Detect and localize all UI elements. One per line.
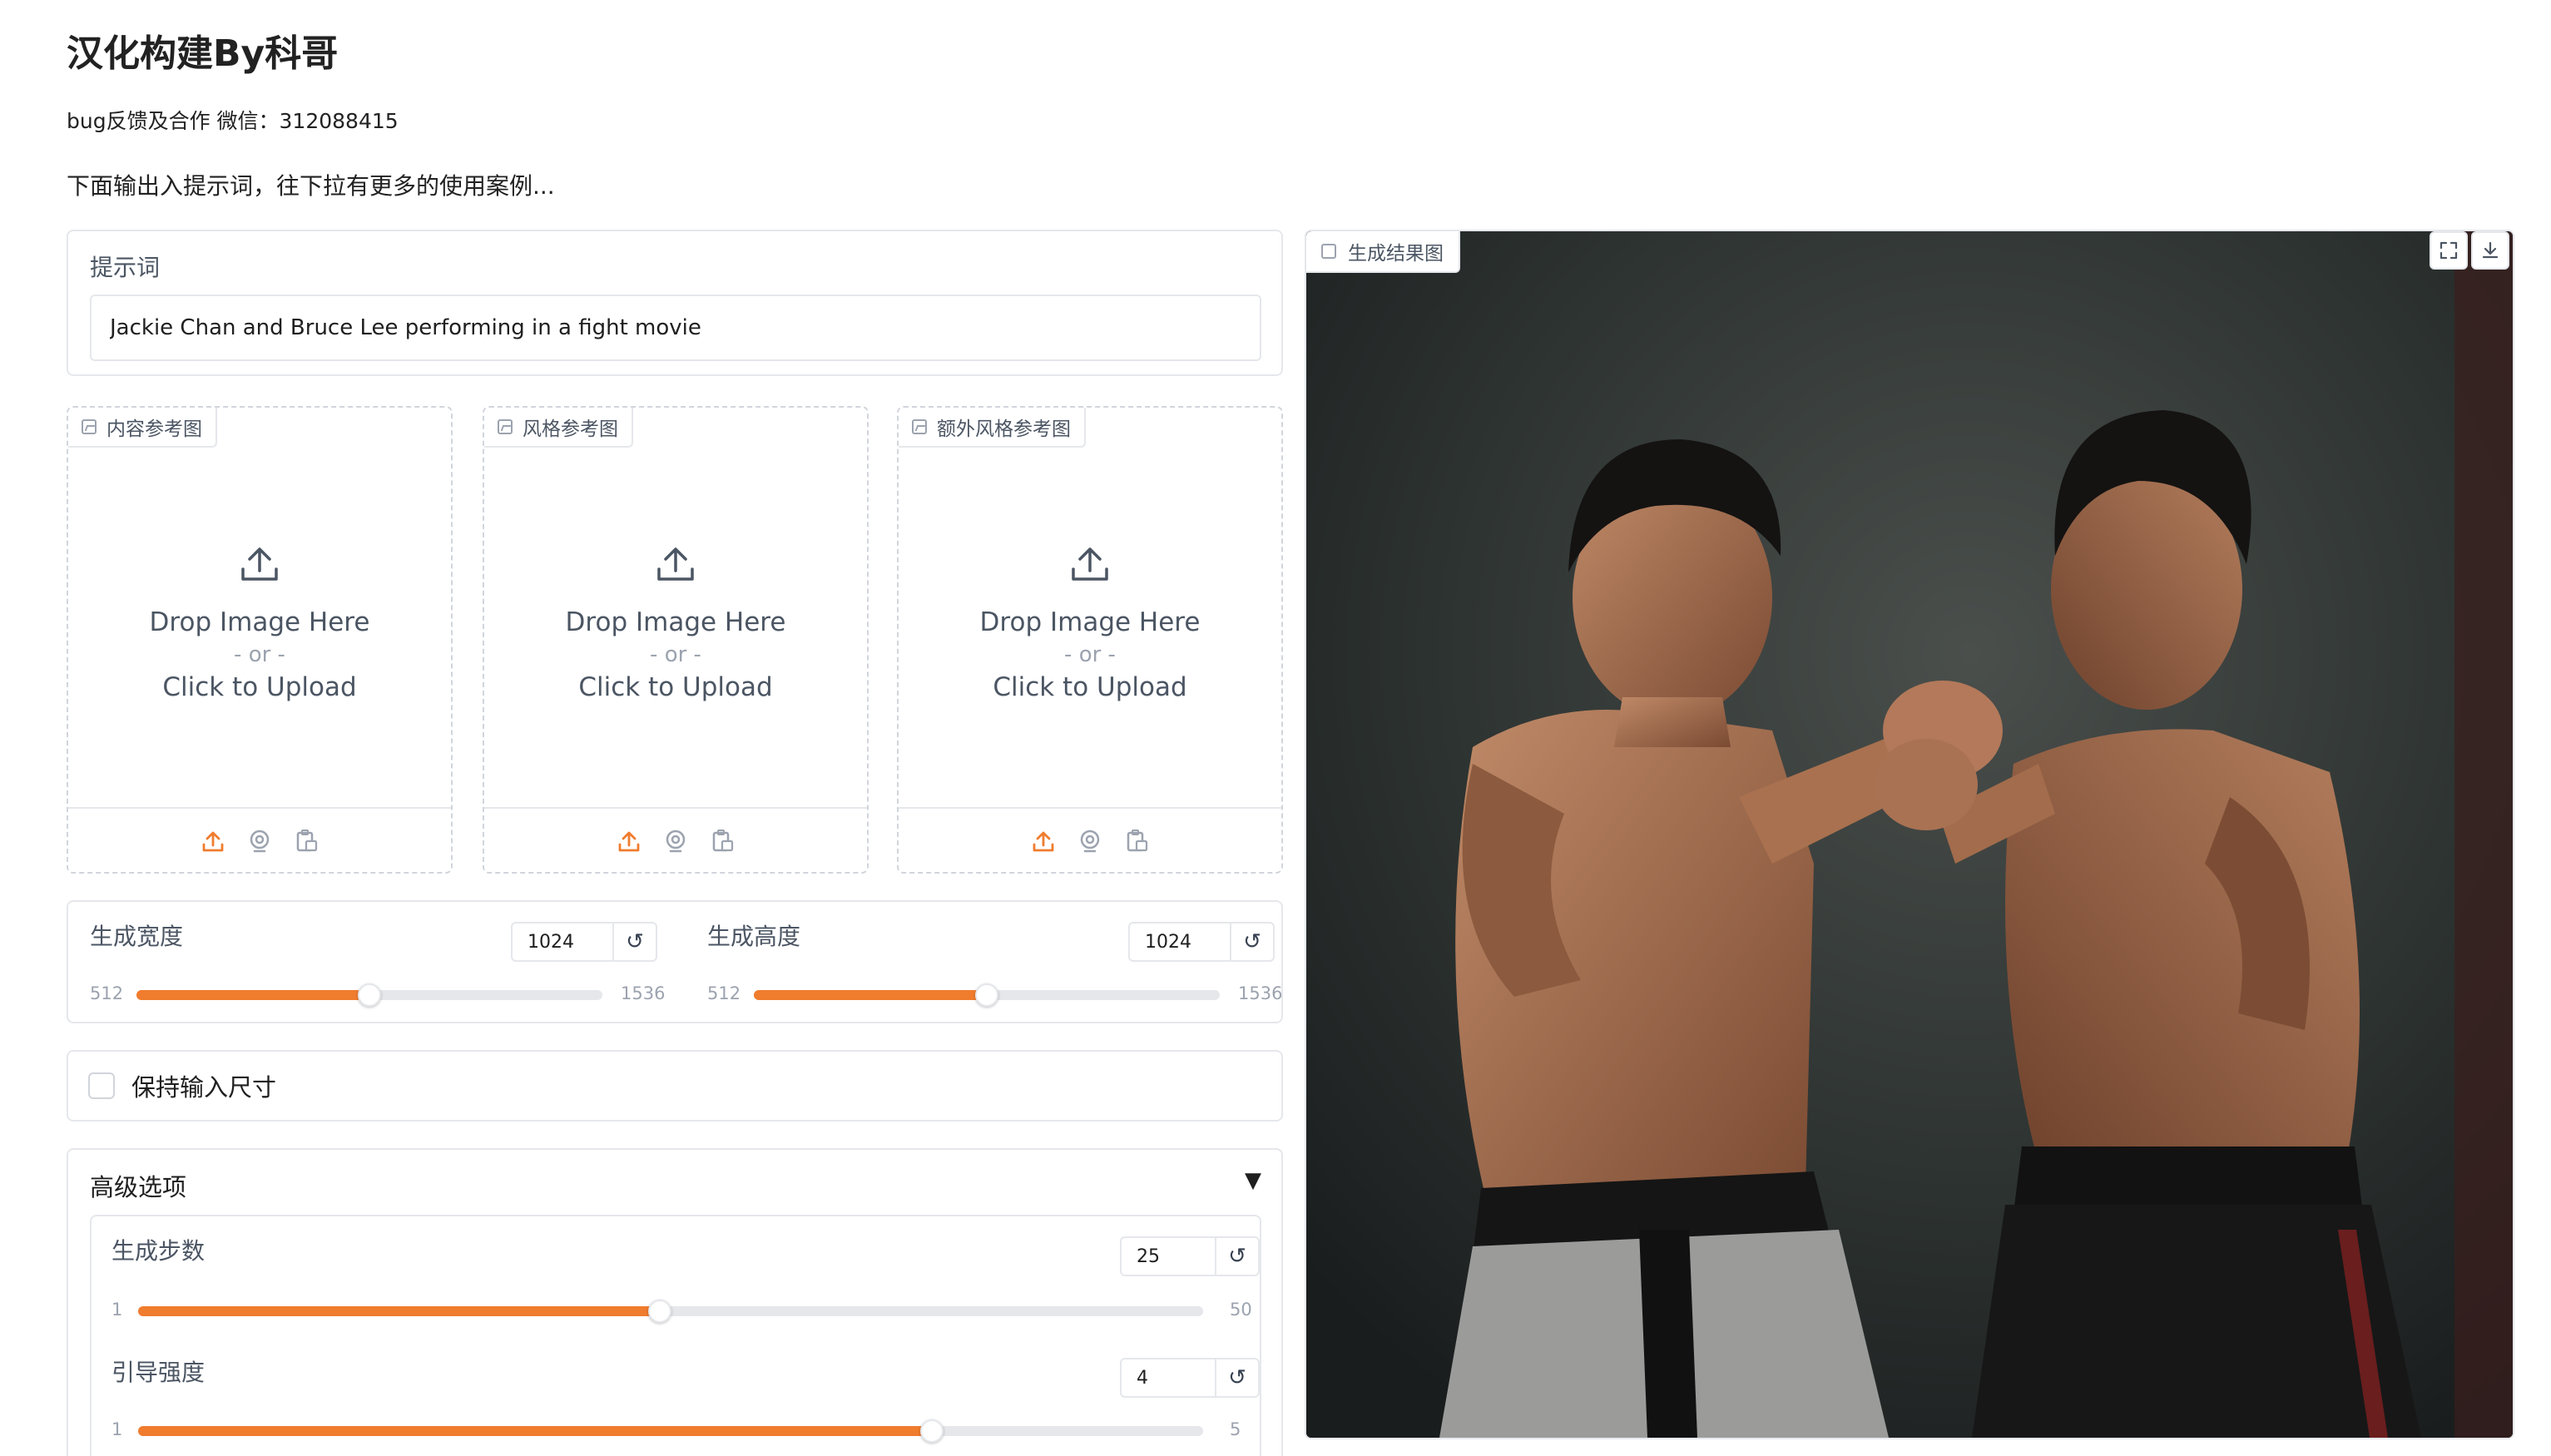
guidance-number-box: 4 ↺	[1120, 1358, 1260, 1398]
extra-style-reference-toolbar	[899, 807, 1281, 874]
keep-size-checkbox[interactable]	[88, 1072, 115, 1099]
height-min: 512	[707, 983, 741, 1003]
height-slider-thumb[interactable]	[975, 983, 998, 1007]
guidance-min: 1	[111, 1419, 123, 1439]
image-icon	[1321, 244, 1336, 259]
guidance-slider-thumb[interactable]	[919, 1419, 944, 1443]
hint-line: 下面输出入提示词，往下拉有更多的使用案例...	[67, 172, 555, 200]
style-reference-toolbar	[484, 807, 867, 874]
fullscreen-icon[interactable]	[2430, 231, 2468, 270]
style-reference-dropzone[interactable]: Drop Image Here - or - Click to Upload	[484, 448, 867, 797]
guidance-slider-fill	[138, 1426, 932, 1436]
generated-image	[1306, 231, 2513, 1438]
style-reference-tag: 风格参考图	[484, 408, 633, 448]
width-slider-thumb[interactable]	[358, 983, 381, 1007]
content-reference-upload: 内容参考图 Drop Image Here - or - Click to Up…	[67, 406, 453, 874]
steps-slider[interactable]	[138, 1300, 1203, 1323]
content-reference-label: 内容参考图	[106, 418, 202, 440]
collapse-caret-icon[interactable]: ▼	[1245, 1168, 1261, 1193]
content-reference-dropzone[interactable]: Drop Image Here - or - Click to Upload	[68, 448, 451, 797]
width-slider-fill	[136, 990, 369, 1000]
width-min: 512	[90, 983, 124, 1003]
steps-number-box: 25 ↺	[1120, 1236, 1260, 1276]
advanced-options-body: 生成步数 25 ↺ 1 50 引导强度 4 ↺ 1 5	[90, 1215, 1261, 1456]
extra-style-reference-upload: 额外风格参考图 Drop Image Here - or - Click to …	[897, 406, 1283, 874]
keep-size-panel: 保持输入尺寸	[67, 1050, 1283, 1122]
steps-number-input[interactable]: 25	[1122, 1238, 1215, 1275]
upload-source-icon[interactable]	[615, 827, 643, 855]
steps-max: 50	[1230, 1300, 1252, 1320]
height-label: 生成高度	[707, 923, 801, 950]
extra-style-reference-tag: 额外风格参考图	[899, 408, 1086, 448]
page-title: 汉化构建By科哥	[67, 32, 339, 75]
style-reference-label: 风格参考图	[523, 418, 618, 440]
reset-icon[interactable]: ↺	[1215, 1238, 1258, 1275]
download-icon[interactable]	[2471, 231, 2509, 270]
output-actions	[2430, 231, 2509, 270]
drop-text: Drop Image Here	[565, 607, 786, 637]
size-sliders-panel: 生成宽度 1024 ↺ 512 1536 生成高度 1024 ↺ 512 153…	[67, 900, 1283, 1023]
click-upload-text: Click to Upload	[162, 672, 357, 702]
output-image-tag: 生成结果图	[1306, 231, 1460, 273]
steps-slider-fill	[138, 1306, 661, 1316]
upload-source-icon[interactable]	[199, 827, 227, 855]
width-max: 1536	[621, 983, 666, 1003]
height-max: 1536	[1238, 983, 1283, 1003]
clipboard-source-icon[interactable]	[1122, 827, 1151, 855]
image-icon	[912, 419, 927, 434]
guidance-max: 5	[1230, 1419, 1241, 1439]
or-text: - or -	[234, 642, 285, 667]
guidance-number-input[interactable]: 4	[1122, 1359, 1215, 1396]
drop-text: Drop Image Here	[149, 607, 370, 637]
height-number-box: 1024 ↺	[1128, 922, 1275, 962]
keep-size-label: 保持输入尺寸	[131, 1073, 277, 1102]
reset-icon[interactable]: ↺	[1230, 924, 1273, 960]
height-slider[interactable]	[754, 983, 1220, 1007]
upload-icon	[657, 547, 694, 581]
width-slider[interactable]	[136, 983, 602, 1007]
style-reference-upload: 风格参考图 Drop Image Here - or - Click to Up…	[483, 406, 869, 874]
reset-icon[interactable]: ↺	[1215, 1359, 1258, 1396]
output-image-label: 生成结果图	[1348, 243, 1444, 265]
advanced-options-title[interactable]: 高级选项	[90, 1168, 186, 1203]
steps-label: 生成步数	[111, 1237, 206, 1265]
webcam-source-icon[interactable]	[661, 827, 690, 855]
reset-icon[interactable]: ↺	[612, 924, 656, 960]
content-reference-tag: 内容参考图	[68, 408, 217, 448]
drop-text: Drop Image Here	[979, 607, 1201, 637]
or-text: - or -	[650, 642, 701, 667]
click-upload-text: Click to Upload	[578, 672, 773, 702]
prompt-input[interactable]	[90, 295, 1261, 361]
clipboard-source-icon[interactable]	[708, 827, 736, 855]
content-reference-toolbar	[68, 807, 451, 874]
steps-min: 1	[111, 1300, 123, 1320]
guidance-label: 引导强度	[111, 1359, 206, 1386]
guidance-slider[interactable]	[138, 1419, 1203, 1443]
prompt-label: 提示词	[90, 254, 161, 281]
output-image-panel: 生成结果图	[1305, 230, 2514, 1439]
contact-line: bug反馈及合作 微信：312088415	[67, 109, 399, 133]
or-text: - or -	[1064, 642, 1116, 667]
upload-icon	[241, 547, 278, 581]
webcam-source-icon[interactable]	[245, 827, 274, 855]
clipboard-source-icon[interactable]	[292, 827, 320, 855]
click-upload-text: Click to Upload	[993, 672, 1187, 702]
advanced-options-panel: 高级选项 ▼ 生成步数 25 ↺ 1 50 引导强度 4 ↺ 1 5	[67, 1148, 1283, 1456]
height-number-input[interactable]: 1024	[1130, 924, 1230, 960]
image-icon	[498, 419, 513, 434]
upload-icon	[1072, 547, 1108, 581]
height-slider-fill	[754, 990, 987, 1000]
steps-slider-thumb[interactable]	[648, 1300, 672, 1323]
webcam-source-icon[interactable]	[1076, 827, 1104, 855]
width-label: 生成宽度	[90, 923, 184, 950]
image-icon	[82, 419, 97, 434]
extra-style-reference-dropzone[interactable]: Drop Image Here - or - Click to Upload	[899, 448, 1281, 797]
extra-style-reference-label: 额外风格参考图	[937, 418, 1071, 440]
width-number-box: 1024 ↺	[511, 922, 657, 962]
prompt-panel: 提示词	[67, 230, 1283, 376]
upload-source-icon[interactable]	[1029, 827, 1058, 855]
width-number-input[interactable]: 1024	[513, 924, 612, 960]
